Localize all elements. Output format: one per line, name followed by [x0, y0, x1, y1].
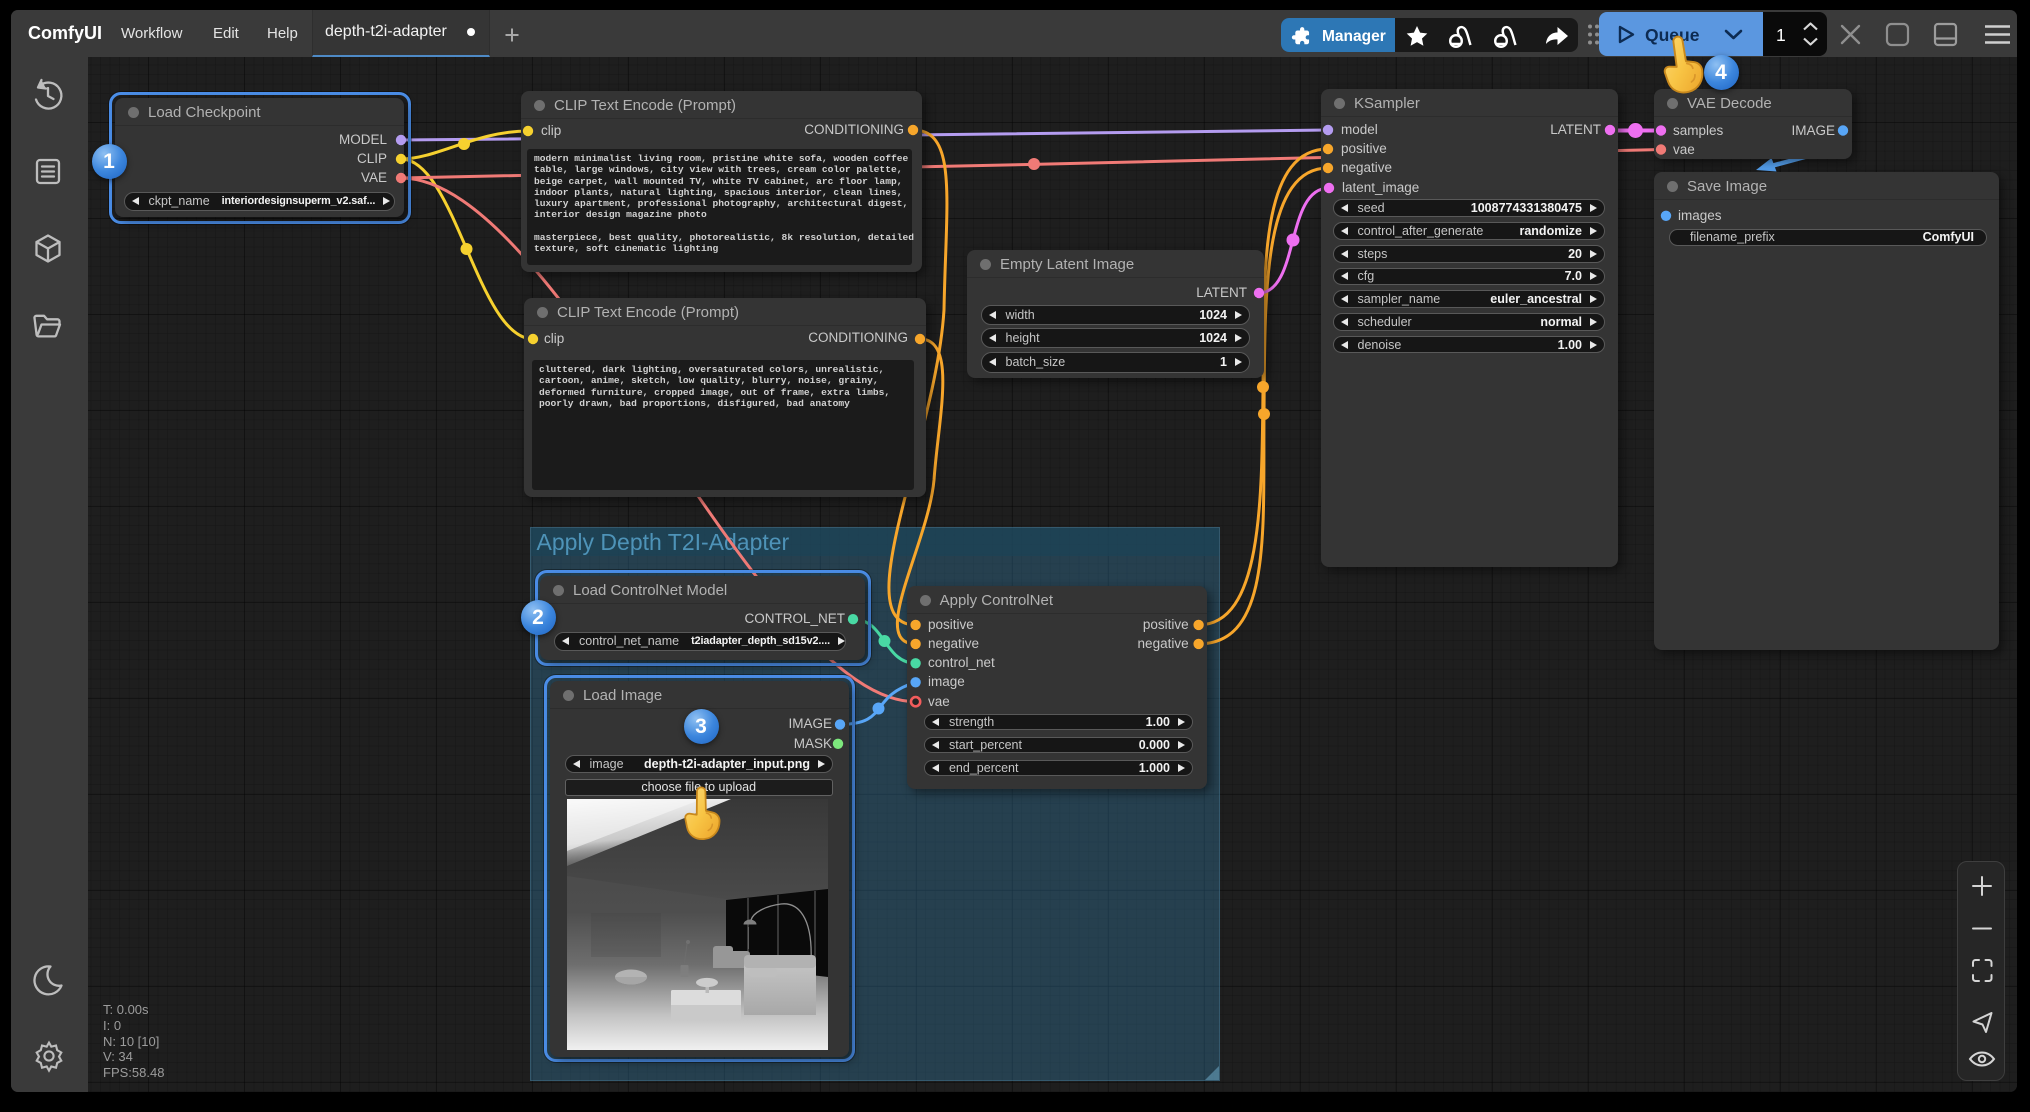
- svg-text:1: 1: [1776, 25, 1786, 45]
- svg-text:Manager: Manager: [1322, 28, 1386, 45]
